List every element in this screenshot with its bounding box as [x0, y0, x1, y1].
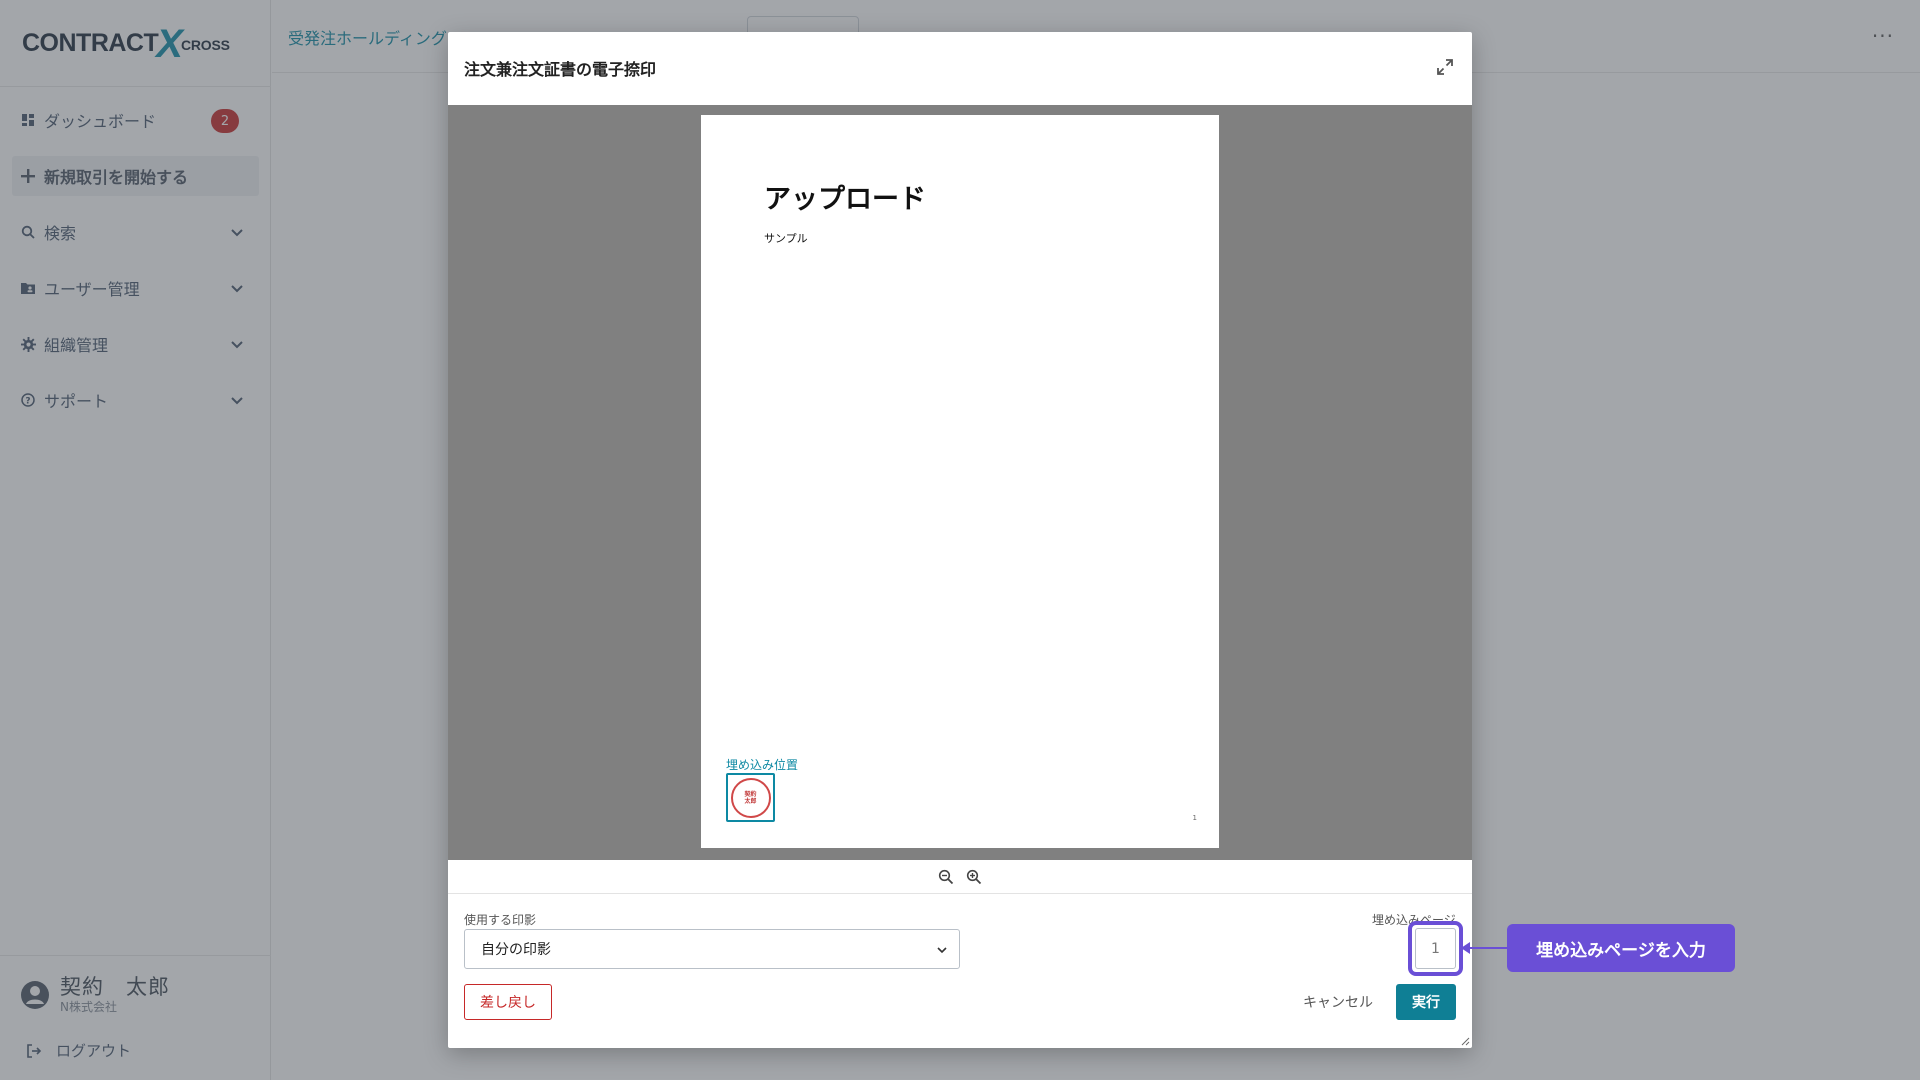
cancel-button[interactable]: キャンセル: [1298, 984, 1378, 1020]
pdf-page-number: 1: [1192, 814, 1197, 822]
seal-stamp-image: 契約 太郎: [730, 777, 771, 818]
execute-button[interactable]: 実行: [1396, 984, 1456, 1020]
callout-connector: [1466, 947, 1508, 949]
callout-tooltip: 埋め込みページを入力: [1507, 924, 1735, 972]
seal-select[interactable]: 自分の印影: [464, 929, 960, 969]
pdf-viewer[interactable]: アップロード サンプル 埋め込み位置 契約 太郎 1: [448, 105, 1472, 860]
pdf-page[interactable]: アップロード サンプル 埋め込み位置 契約 太郎 1: [701, 115, 1219, 848]
modal-title: 注文兼注文証書の電子捺印: [464, 60, 657, 79]
chevron-down-icon: [937, 947, 947, 954]
pdf-heading: アップロード: [764, 184, 926, 215]
zoom-out-icon[interactable]: [938, 869, 954, 885]
seal-line-1: 契約: [744, 790, 757, 798]
seal-select-value: 自分の印影: [481, 942, 551, 958]
stamp-position-handle[interactable]: 契約 太郎: [726, 773, 775, 822]
embed-page-input[interactable]: 1: [1415, 928, 1456, 969]
resize-handle-icon[interactable]: [1460, 1036, 1470, 1046]
seal-field-label: 使用する印影: [464, 913, 537, 927]
return-button[interactable]: 差し戻し: [464, 984, 552, 1020]
expand-icon[interactable]: [1436, 58, 1454, 76]
stamp-position-label: 埋め込み位置: [726, 758, 799, 772]
zoom-in-icon[interactable]: [966, 869, 982, 885]
zoom-toolbar: [448, 860, 1472, 894]
e-stamp-modal: 注文兼注文証書の電子捺印 アップロード サンプル 埋め込み位置 契約 太郎 1 …: [448, 32, 1472, 1048]
seal-line-2: 太郎: [744, 797, 757, 805]
pdf-subtext: サンプル: [764, 232, 808, 245]
callout-arrow-icon: [1461, 942, 1470, 954]
